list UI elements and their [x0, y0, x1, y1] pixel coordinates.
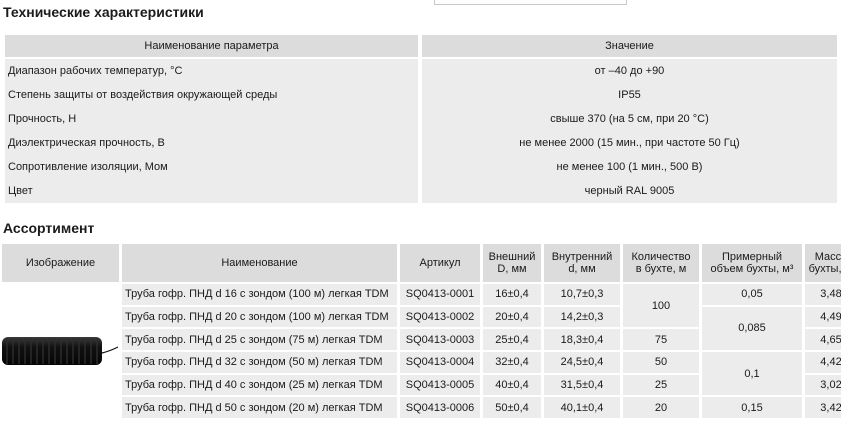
row-article: SQ0413-0004	[400, 352, 480, 373]
header-name: Наименование	[122, 244, 397, 282]
top-frame	[434, 0, 627, 5]
row-mass: 3,48	[805, 284, 841, 305]
specs-table: Наименование параметра Значение Диапазон…	[5, 35, 837, 203]
row-outer: 40±0,4	[483, 374, 541, 396]
row-mass: 4,65	[805, 329, 841, 351]
qty-cell: 25	[623, 374, 699, 396]
row-inner: 40,1±0,4	[544, 397, 620, 419]
specs-row: Степень защиты от воздействия окружающей…	[5, 83, 837, 107]
row-name: Труба гофр. ПНД d 20 с зондом (100 м) ле…	[122, 306, 397, 328]
specs-value: IP55	[422, 83, 837, 107]
row-inner: 10,7±0,3	[544, 284, 620, 305]
qty-cell: 20	[623, 397, 699, 419]
volume-cell: 0,15	[702, 397, 802, 419]
row-mass: 3,02	[805, 374, 841, 396]
header-outer: Внешний D, мм	[483, 244, 541, 282]
specs-row: Цвет черный RAL 9005	[5, 179, 837, 203]
specs-value: не менее 100 (1 мин., 500 В)	[422, 155, 837, 179]
corrugated-pipe-icon	[2, 337, 119, 366]
row-outer: 32±0,4	[483, 352, 541, 373]
header-qty: Количество в бухте, м	[623, 244, 699, 282]
row-article: SQ0413-0001	[400, 284, 480, 305]
specs-param: Степень защиты от воздействия окружающей…	[5, 83, 418, 107]
row-name: Труба гофр. ПНД d 32 с зондом (50 м) лег…	[122, 352, 397, 373]
row-outer: 50±0,4	[483, 397, 541, 419]
specs-row: Диапазон рабочих температур, °С от –40 д…	[5, 59, 837, 83]
header-outer-line1: Внешний	[488, 251, 536, 263]
specs-param: Диэлектрическая прочность, В	[5, 131, 418, 155]
row-mass: 4,42	[805, 352, 841, 373]
row-inner: 24,5±0,4	[544, 352, 620, 373]
row-name: Труба гофр. ПНД d 25 с зондом (75 м) лег…	[122, 329, 397, 351]
header-qty-line2: в бухте, м	[635, 263, 687, 275]
specs-value: свыше 370 (на 5 см, при 20 °С)	[422, 107, 837, 131]
specs-header-value: Значение	[422, 35, 837, 57]
row-name: Труба гофр. ПНД d 16 с зондом (100 м) ле…	[122, 284, 397, 305]
header-volume-line2: объем бухты, м³	[710, 263, 794, 275]
header-volume-line1: Примерный	[721, 251, 783, 263]
header-mass-line1: Масса	[814, 251, 841, 263]
row-article: SQ0413-0006	[400, 397, 480, 419]
row-name: Труба гофр. ПНД d 50 с зондом (20 м) лег…	[122, 397, 397, 419]
product-image	[2, 284, 119, 419]
assortment-table: Изображение Наименование Артикул Внешний…	[2, 244, 841, 419]
specs-param: Диапазон рабочих температур, °С	[5, 59, 418, 83]
volume-cell: 0,085	[702, 306, 802, 351]
qty-cell: 100	[623, 284, 699, 328]
specs-value: не менее 2000 (15 мин., при частоте 50 Г…	[422, 131, 837, 155]
assortment-title: Ассортимент	[3, 220, 95, 236]
specs-value: от –40 до +90	[422, 59, 837, 83]
specs-row: Прочность, Н свыше 370 (на 5 см, при 20 …	[5, 107, 837, 131]
header-image: Изображение	[2, 244, 119, 282]
row-name: Труба гофр. ПНД d 40 с зондом (25 м) лег…	[122, 374, 397, 396]
specs-value: черный RAL 9005	[422, 179, 837, 203]
volume-cell: 0,05	[702, 284, 802, 305]
specs-row: Диэлектрическая прочность, В не менее 20…	[5, 131, 837, 155]
header-mass-line2: бухты, кг	[808, 263, 841, 275]
header-article: Артикул	[400, 244, 480, 282]
row-outer: 20±0,4	[483, 306, 541, 328]
header-inner: Внутренний d, мм	[544, 244, 620, 282]
qty-cell: 50	[623, 352, 699, 373]
row-inner: 14,2±0,3	[544, 306, 620, 328]
header-qty-line1: Количество	[631, 251, 691, 263]
row-outer: 25±0,4	[483, 329, 541, 351]
header-outer-line2: D, мм	[497, 263, 527, 275]
volume-cell: 0,1	[702, 352, 802, 396]
specs-param: Прочность, Н	[5, 107, 418, 131]
row-article: SQ0413-0002	[400, 306, 480, 328]
row-mass: 4,49	[805, 306, 841, 328]
specs-param: Цвет	[5, 179, 418, 203]
row-mass: 3,42	[805, 397, 841, 419]
specs-param: Сопротивление изоляции, Мом	[5, 155, 418, 179]
header-inner-line1: Внутренний	[551, 251, 613, 263]
specs-header-param: Наименование параметра	[5, 35, 418, 57]
qty-cell: 75	[623, 329, 699, 351]
specs-row: Сопротивление изоляции, Мом не менее 100…	[5, 155, 837, 179]
row-inner: 31,5±0,4	[544, 374, 620, 396]
row-article: SQ0413-0003	[400, 329, 480, 351]
header-volume: Примерный объем бухты, м³	[702, 244, 802, 282]
row-inner: 18,3±0,4	[544, 329, 620, 351]
header-mass: Масса бухты, кг	[805, 244, 841, 282]
specs-title: Технические характеристики	[3, 4, 204, 20]
header-inner-line2: d, мм	[568, 263, 596, 275]
row-article: SQ0413-0005	[400, 374, 480, 396]
row-outer: 16±0,4	[483, 284, 541, 305]
specs-header-row: Наименование параметра Значение	[5, 35, 837, 57]
